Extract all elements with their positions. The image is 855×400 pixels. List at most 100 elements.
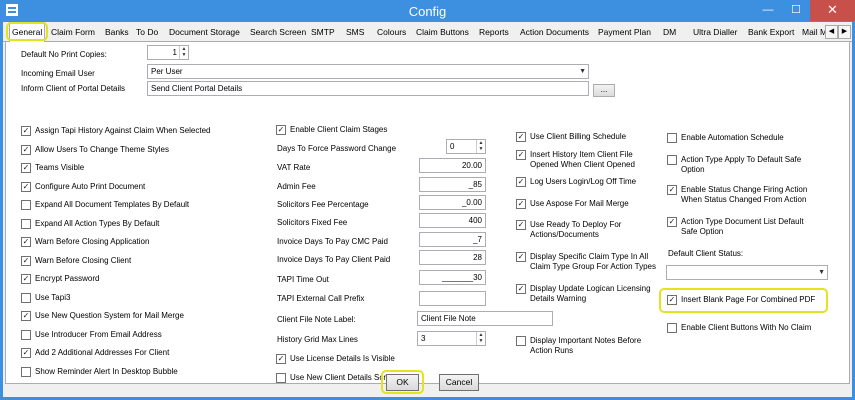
ok-button[interactable]: OK bbox=[386, 374, 419, 391]
checkbox-box[interactable] bbox=[667, 323, 677, 333]
checkbox-box[interactable]: ✓ bbox=[21, 145, 31, 155]
tab-scroll-left-button[interactable]: ◀ bbox=[825, 25, 838, 39]
tab-to-do[interactable]: To Do bbox=[134, 24, 160, 42]
tab-reports[interactable]: Reports bbox=[477, 24, 511, 42]
client-file-note-label: Client File Note Label: bbox=[277, 315, 356, 324]
checkbox-box[interactable]: ✓ bbox=[276, 125, 286, 135]
vat-rate-field[interactable]: 20.00 bbox=[419, 158, 486, 173]
checkbox-action-type-document-list[interactable]: ✓ Action Type Document List Default Safe … bbox=[667, 217, 837, 239]
cancel-button[interactable]: Cancel bbox=[439, 374, 479, 391]
checkbox-box[interactable]: ✓ bbox=[21, 182, 31, 192]
checkbox-box[interactable]: ✓ bbox=[516, 220, 526, 230]
checkbox-important-notes[interactable]: Display Important Notes Before Action Ru… bbox=[516, 336, 666, 358]
checkbox-label: Show Reminder Alert In Desktop Bubble bbox=[35, 367, 178, 376]
tab-ultra-dialler[interactable]: Ultra Dialler bbox=[691, 24, 739, 42]
checkbox-box[interactable]: ✓ bbox=[516, 150, 526, 160]
checkbox-box[interactable]: ✓ bbox=[516, 132, 526, 142]
close-button[interactable]: ✕ bbox=[810, 0, 855, 21]
tapi-time-out-field[interactable]: _______30 bbox=[419, 270, 486, 285]
checkbox-ready-to-deploy[interactable]: ✓ Use Ready To Deploy For Actions/Documen… bbox=[516, 220, 666, 242]
incoming-email-user-label: Incoming Email User bbox=[21, 69, 95, 78]
days-force-password-stepper[interactable]: 0 ▲ ▼ bbox=[446, 139, 486, 154]
checkbox-box[interactable]: ✓ bbox=[21, 256, 31, 266]
checkbox-box[interactable]: ✓ bbox=[516, 177, 526, 187]
checkbox-box[interactable]: ✓ bbox=[667, 185, 677, 195]
tab-colours[interactable]: Colours bbox=[375, 24, 408, 42]
spin-arrows-icon[interactable]: ▲ ▼ bbox=[179, 46, 188, 59]
checkbox-label: Enable Client Buttons With No Claim bbox=[681, 323, 812, 332]
days-force-password-value: 0 bbox=[450, 142, 455, 151]
spin-arrows-icon[interactable]: ▲ ▼ bbox=[476, 332, 485, 345]
checkbox-specific-claim-type[interactable]: ✓ Display Specific Claim Type In All Clai… bbox=[516, 252, 666, 274]
checkbox-box[interactable]: ✓ bbox=[276, 354, 286, 364]
chevron-down-icon: ▼ bbox=[818, 269, 825, 276]
checkbox-label: Warn Before Closing Client bbox=[35, 256, 132, 265]
tab-search-screen[interactable]: Search Screen bbox=[248, 24, 308, 42]
title-bar: Config — ☐ ✕ bbox=[0, 0, 855, 22]
checkbox-box[interactable]: ✓ bbox=[516, 252, 526, 262]
tab-document-storage[interactable]: Document Storage bbox=[167, 24, 242, 42]
checkbox-box[interactable]: ✓ bbox=[516, 284, 526, 294]
history-grid-label: History Grid Max Lines bbox=[277, 335, 358, 344]
tab-action-documents[interactable]: Action Documents bbox=[518, 24, 591, 42]
tab-claim-form[interactable]: Claim Form bbox=[49, 24, 97, 42]
checkbox-update-licensing-warning[interactable]: ✓ Display Update Logican Licensing Detail… bbox=[516, 284, 666, 306]
inform-client-browse-button[interactable]: ... bbox=[593, 84, 615, 97]
checkbox-label: Warn Before Closing Application bbox=[35, 237, 150, 246]
checkbox-box[interactable] bbox=[667, 155, 677, 165]
spin-arrows-icon[interactable]: ▲ ▼ bbox=[476, 140, 485, 153]
incoming-email-user-select[interactable]: Per User ▼ bbox=[147, 64, 589, 79]
tab-payment-plan[interactable]: Payment Plan bbox=[596, 24, 653, 42]
checkbox-label: Add 2 Additional Addresses For Client bbox=[35, 348, 170, 357]
solicitors-fee-percentage-field[interactable]: _0.00 bbox=[419, 195, 486, 210]
window-title: Config bbox=[408, 4, 447, 19]
invoice-days-cmc-field[interactable]: _7 bbox=[419, 232, 486, 247]
checkbox-box[interactable]: ✓ bbox=[21, 126, 31, 136]
checkbox-box[interactable] bbox=[21, 330, 31, 340]
checkbox-box[interactable]: ✓ bbox=[667, 295, 677, 305]
checkbox-box[interactable] bbox=[276, 373, 286, 383]
checkbox-box[interactable]: ✓ bbox=[21, 274, 31, 284]
default-client-status-select[interactable]: ▼ bbox=[666, 265, 828, 280]
tab-claim-buttons[interactable]: Claim Buttons bbox=[414, 24, 471, 42]
solicitors-fixed-fee-field[interactable]: 400 bbox=[419, 213, 486, 228]
minimize-button[interactable]: — bbox=[754, 0, 782, 21]
checkbox-label: Use Tapi3 bbox=[35, 293, 71, 302]
checkbox-box[interactable]: ✓ bbox=[21, 163, 31, 173]
history-grid-stepper[interactable]: 3 ▲ ▼ bbox=[417, 331, 486, 346]
checkbox-action-type-apply-default[interactable]: Action Type Apply To Default Safe Option bbox=[667, 155, 837, 177]
maximize-button[interactable]: ☐ bbox=[782, 0, 810, 21]
general-tab-highlight bbox=[6, 22, 48, 41]
tab-banks[interactable]: Banks bbox=[103, 24, 131, 42]
checkbox-box[interactable]: ✓ bbox=[21, 348, 31, 358]
checkbox-box[interactable]: ✓ bbox=[516, 199, 526, 209]
checkbox-box[interactable] bbox=[21, 293, 31, 303]
tab-smtp[interactable]: SMTP bbox=[309, 24, 337, 42]
checkbox-label: Display Important Notes Before Action Ru… bbox=[530, 336, 642, 355]
checkbox-label: Teams Visible bbox=[35, 163, 85, 172]
checkbox-label: Use Client Billing Schedule bbox=[530, 132, 627, 141]
default-no-print-copies-stepper[interactable]: 1 ▲ ▼ bbox=[147, 45, 189, 60]
checkbox-box[interactable]: ✓ bbox=[21, 311, 31, 321]
checkbox-label: Use Introducer From Email Address bbox=[35, 330, 162, 339]
tab-bank-export[interactable]: Bank Export bbox=[746, 24, 796, 42]
tab-sms[interactable]: SMS bbox=[344, 24, 366, 42]
general-panel: Default No Print Copies: 1 ▲ ▼ Incoming E… bbox=[5, 42, 850, 384]
tapi-call-prefix-field[interactable] bbox=[419, 291, 486, 306]
checkbox-box[interactable]: ✓ bbox=[667, 217, 677, 227]
client-file-note-field[interactable]: Client File Note bbox=[417, 311, 553, 326]
checkbox-box[interactable]: ✓ bbox=[21, 237, 31, 247]
checkbox-box[interactable] bbox=[21, 219, 31, 229]
checkbox-insert-history-item[interactable]: ✓ Insert History Item Client File Opened … bbox=[516, 150, 666, 172]
invoice-days-client-field[interactable]: 28 bbox=[419, 250, 486, 265]
checkbox-box[interactable] bbox=[516, 336, 526, 346]
checkbox-box[interactable] bbox=[667, 133, 677, 143]
tab-scroll-right-button[interactable]: ▶ bbox=[838, 25, 851, 39]
checkbox-label: Expand All Action Types By Default bbox=[35, 219, 160, 228]
inform-client-field[interactable]: Send Client Portal Details bbox=[147, 81, 589, 96]
tab-dm[interactable]: DM bbox=[661, 24, 678, 42]
checkbox-status-change-firing[interactable]: ✓ Enable Status Change Firing Action When… bbox=[667, 185, 837, 207]
checkbox-box[interactable] bbox=[21, 367, 31, 377]
admin-fee-field[interactable]: _85 bbox=[419, 177, 486, 192]
checkbox-box[interactable] bbox=[21, 200, 31, 210]
